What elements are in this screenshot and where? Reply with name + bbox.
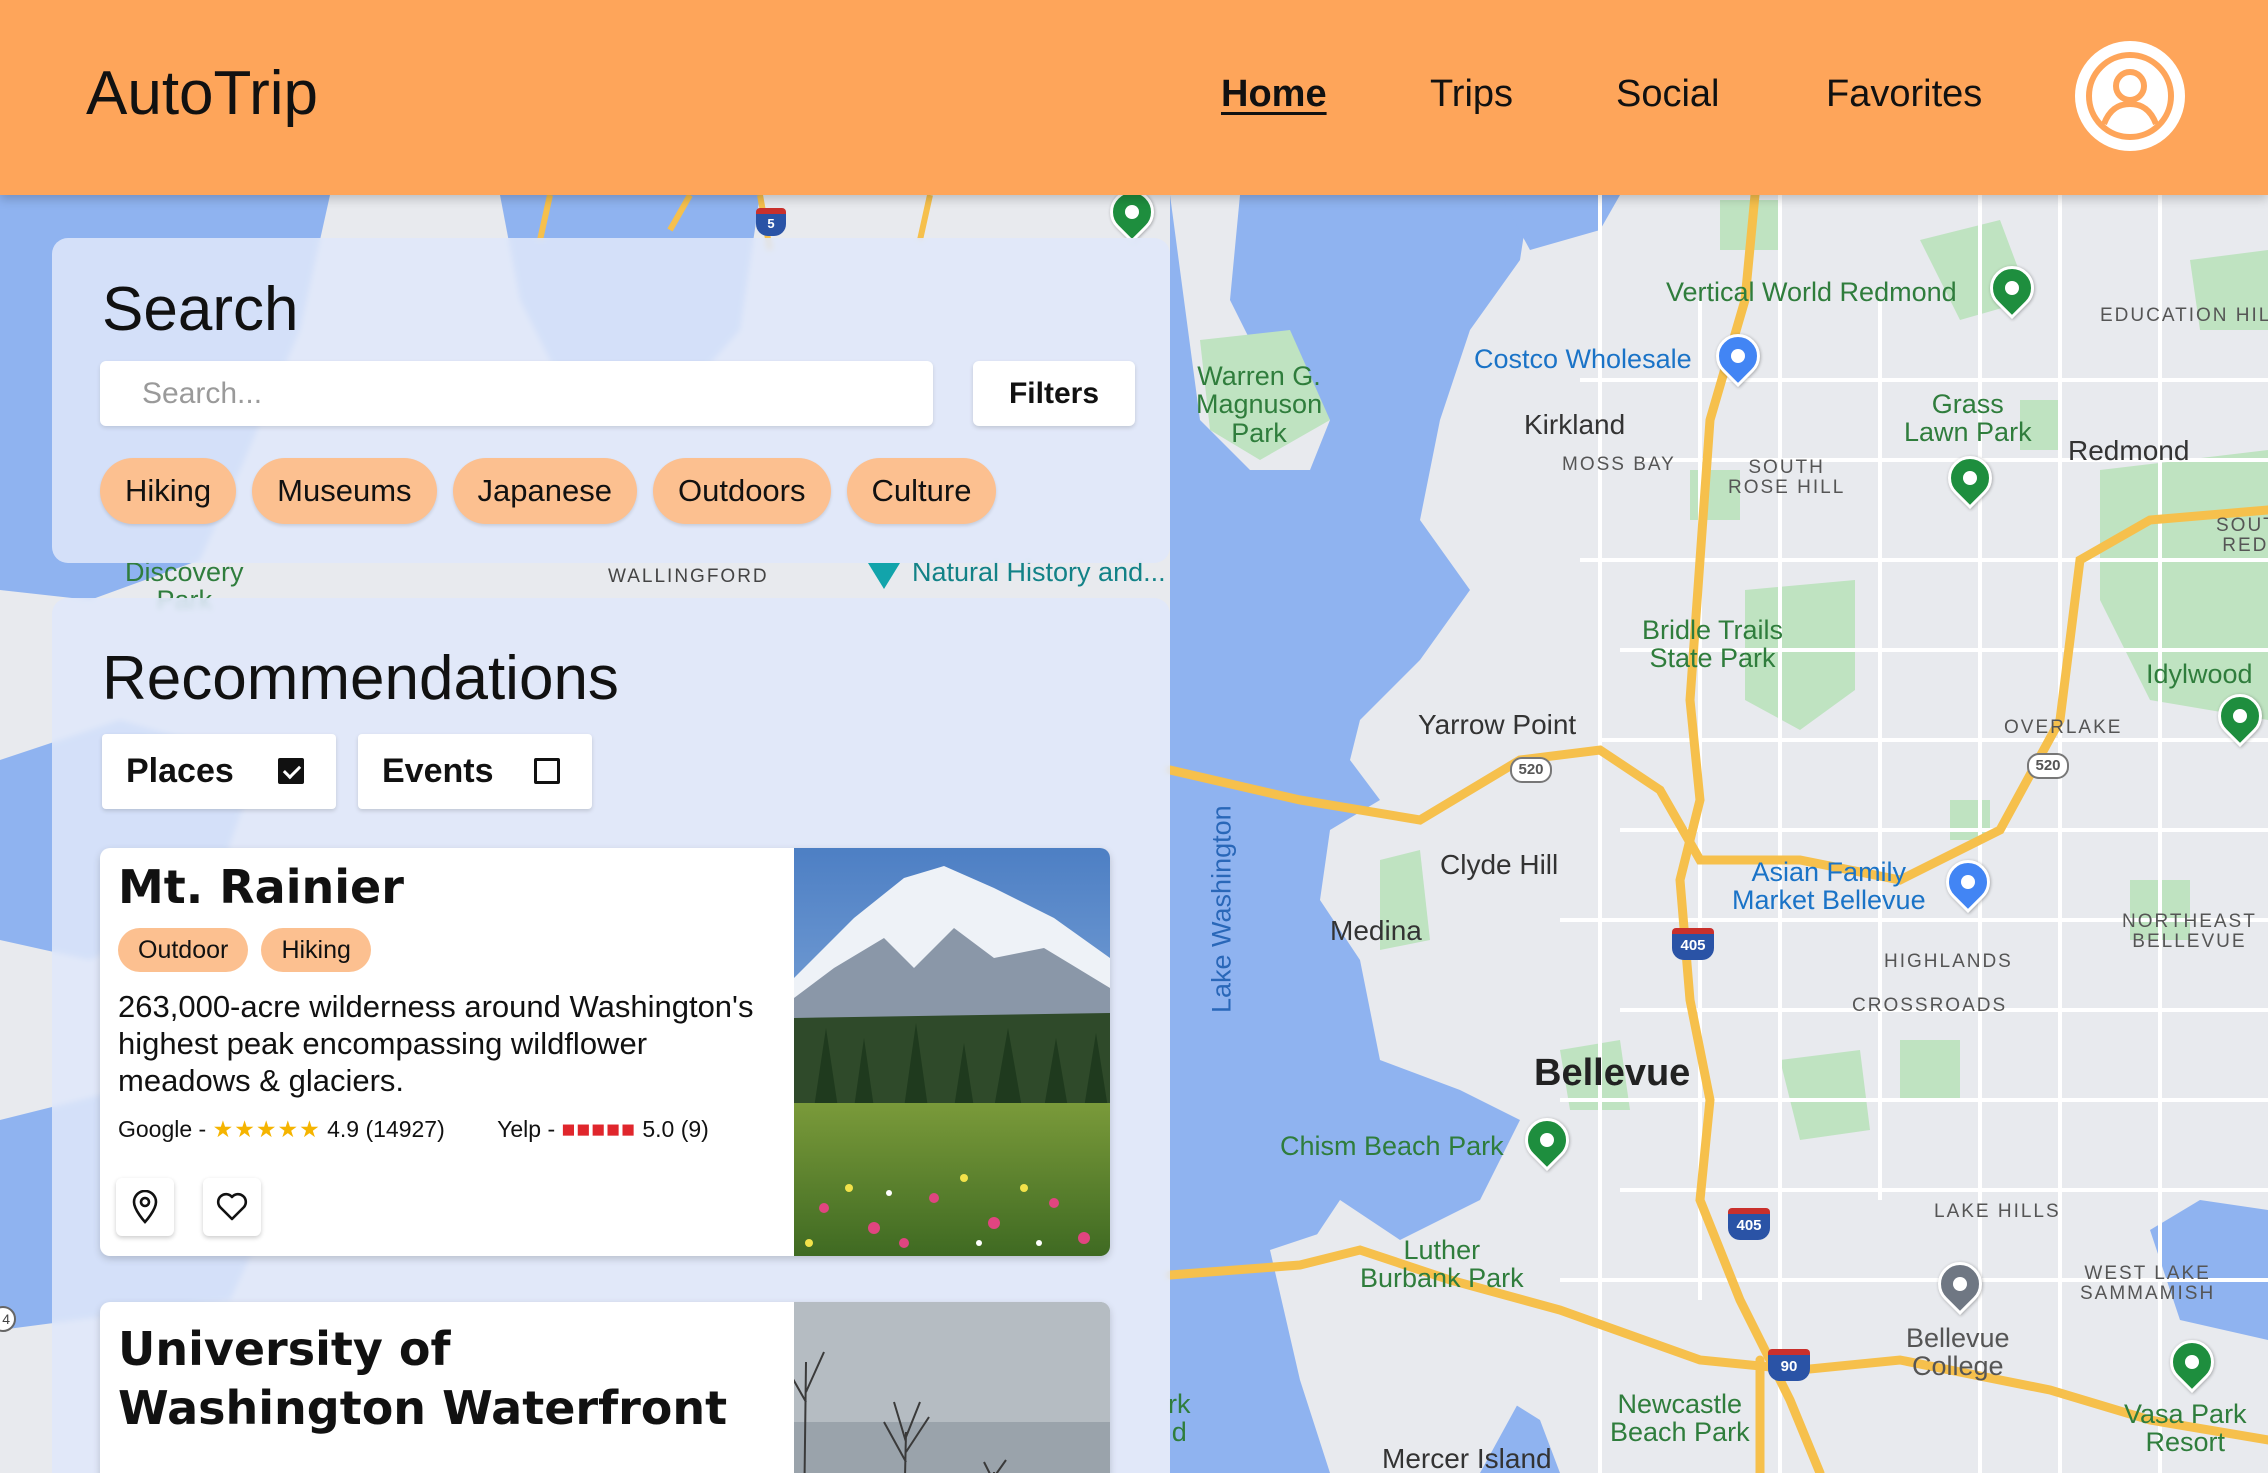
map-label-kirkland[interactable]: Kirkland	[1524, 410, 1625, 440]
map-label-clyde-hill[interactable]: Clyde Hill	[1440, 850, 1558, 880]
map-label-wallingford: WALLINGFORD	[608, 566, 769, 587]
map-label-asian-family[interactable]: Asian Family Market Bellevue	[1732, 858, 1926, 915]
recommendations-panel: Recommendations Places Events Mt. Rainie…	[52, 598, 1170, 1473]
route-520-shield: 520	[2027, 753, 2069, 779]
places-toggle[interactable]: Places	[102, 734, 336, 809]
tag-hiking: Hiking	[261, 928, 371, 972]
map-label-south-rose-hill: SOUTH ROSE HILL	[1728, 457, 1846, 498]
map-label-lake-hills: LAKE HILLS	[1934, 1201, 2061, 1222]
map-label-grass-lawn[interactable]: Grass Lawn Park	[1904, 390, 2032, 447]
map-label-lake-washington: Lake Washington	[1206, 805, 1237, 1013]
chip-outdoors[interactable]: Outdoors	[652, 458, 831, 524]
yelp-stars-icon: ■■■■■	[561, 1116, 636, 1142]
map-label-bellevue[interactable]: Bellevue	[1534, 1053, 1690, 1094]
places-checkbox[interactable]	[278, 758, 304, 784]
waterfront-photo	[794, 1302, 1110, 1473]
nav-home[interactable]: Home	[1221, 73, 1327, 116]
map-label-overlake: OVERLAKE	[2004, 717, 2123, 738]
map-label-bridle-trails[interactable]: Bridle Trails State Park	[1642, 616, 1783, 673]
map-label-yarrow-point[interactable]: Yarrow Point	[1418, 710, 1576, 740]
map-label-crossroads: CROSSROADS	[1852, 995, 2008, 1016]
chip-museums[interactable]: Museums	[252, 458, 437, 524]
route-520-shield: 520	[1510, 757, 1552, 783]
map-label-costco[interactable]: Costco Wholesale	[1474, 345, 1692, 374]
tag-outdoor: Outdoor	[118, 928, 249, 972]
map-label-redmond[interactable]: Redmond	[2068, 436, 2189, 466]
map-label-medina[interactable]: Medina	[1330, 916, 1422, 946]
search-title: Search	[102, 275, 299, 344]
interstate-405-shield: 405	[1728, 1208, 1770, 1240]
google-rating-value: 4.9 (14927)	[327, 1116, 445, 1142]
map-pin-icon	[132, 1190, 158, 1224]
map-label-vertical-world[interactable]: Vertical World Redmond	[1666, 278, 1957, 307]
map-label-newcastle[interactable]: Newcastle Beach Park	[1610, 1390, 1750, 1447]
place-card[interactable]: Mt. Rainier Outdoor Hiking 263,000-acre …	[100, 848, 1110, 1256]
place-card-title[interactable]: University of Washington Waterfront	[118, 1320, 727, 1438]
map-label-edge-rk: rk d	[1168, 1389, 1191, 1448]
interstate-405-shield: 405	[1672, 928, 1714, 960]
profile-button[interactable]	[2075, 41, 2185, 151]
show-on-map-button[interactable]	[116, 1178, 174, 1236]
map-label-highlands: HIGHLANDS	[1884, 951, 2013, 972]
map-label-bellevue-college[interactable]: Bellevue College	[1906, 1324, 2010, 1381]
place-card-description: 263,000-acre wilderness around Washingto…	[118, 989, 754, 1098]
map-label-west-lake: WEST LAKE SAMMAMISH	[2080, 1263, 2216, 1304]
search-panel: Search Filters Hiking Museums Japanese O…	[52, 238, 1170, 563]
google-stars-icon: ★★★★★	[212, 1116, 321, 1142]
map-label-south-redmond: SOUTH REDM	[2216, 515, 2268, 556]
map-label-luther[interactable]: Luther Burbank Park	[1360, 1236, 1524, 1293]
place-card-title[interactable]: Mt. Rainier	[118, 858, 404, 917]
mt-rainier-photo	[794, 848, 1110, 1256]
chip-culture[interactable]: Culture	[846, 458, 997, 524]
map-label-education-hill: EDUCATION HILL	[2100, 305, 2268, 326]
filters-button[interactable]: Filters	[973, 361, 1135, 426]
map-label-mercer-island[interactable]: Mercer Island	[1382, 1444, 1552, 1473]
map-label-warren[interactable]: Warren G. Magnuson Park	[1196, 362, 1322, 447]
place-card-tags: Outdoor Hiking	[118, 928, 379, 972]
museum-pin-icon[interactable]	[868, 563, 900, 589]
category-chips: Hiking Museums Japanese Outdoors Culture	[100, 458, 997, 524]
map-label-northeast-bellevue: NORTHEAST BELLEVUE	[2122, 911, 2257, 952]
interstate-5-shield: 5	[756, 208, 786, 236]
places-toggle-label: Places	[126, 752, 234, 790]
interstate-90-shield: 90	[1768, 1349, 1810, 1381]
user-circle-icon	[2086, 52, 2174, 140]
nav-favorites[interactable]: Favorites	[1826, 73, 1982, 116]
top-nav-bar: AutoTrip Home Trips Social Favorites	[0, 0, 2268, 195]
chip-hiking[interactable]: Hiking	[100, 458, 237, 524]
map-label-chism[interactable]: Chism Beach Park	[1280, 1132, 1504, 1161]
map-label-moss-bay: MOSS BAY	[1562, 454, 1676, 475]
nav-trips[interactable]: Trips	[1430, 73, 1513, 116]
place-card-ratings: Google - ★★★★★ 4.9 (14927) Yelp - ■■■■■ …	[118, 1116, 709, 1143]
heart-icon	[216, 1192, 248, 1221]
recommendations-title: Recommendations	[102, 644, 619, 713]
map-label-idylwood[interactable]: Idylwood	[2146, 660, 2253, 689]
events-toggle-label: Events	[382, 752, 494, 790]
chip-japanese[interactable]: Japanese	[452, 458, 637, 524]
favorite-button[interactable]	[203, 1178, 261, 1236]
nav-social[interactable]: Social	[1616, 73, 1720, 116]
map-label-vasa[interactable]: Vasa Park Resort	[2124, 1400, 2247, 1457]
yelp-rating-label: Yelp -	[497, 1116, 556, 1142]
place-card[interactable]: University of Washington Waterfront	[100, 1302, 1110, 1473]
events-toggle[interactable]: Events	[358, 734, 592, 809]
events-checkbox[interactable]	[534, 758, 560, 784]
app-logo-text[interactable]: AutoTrip	[86, 58, 318, 129]
yelp-rating-value: 5.0 (9)	[642, 1116, 709, 1142]
google-rating-label: Google -	[118, 1116, 207, 1142]
search-input[interactable]	[100, 361, 933, 426]
